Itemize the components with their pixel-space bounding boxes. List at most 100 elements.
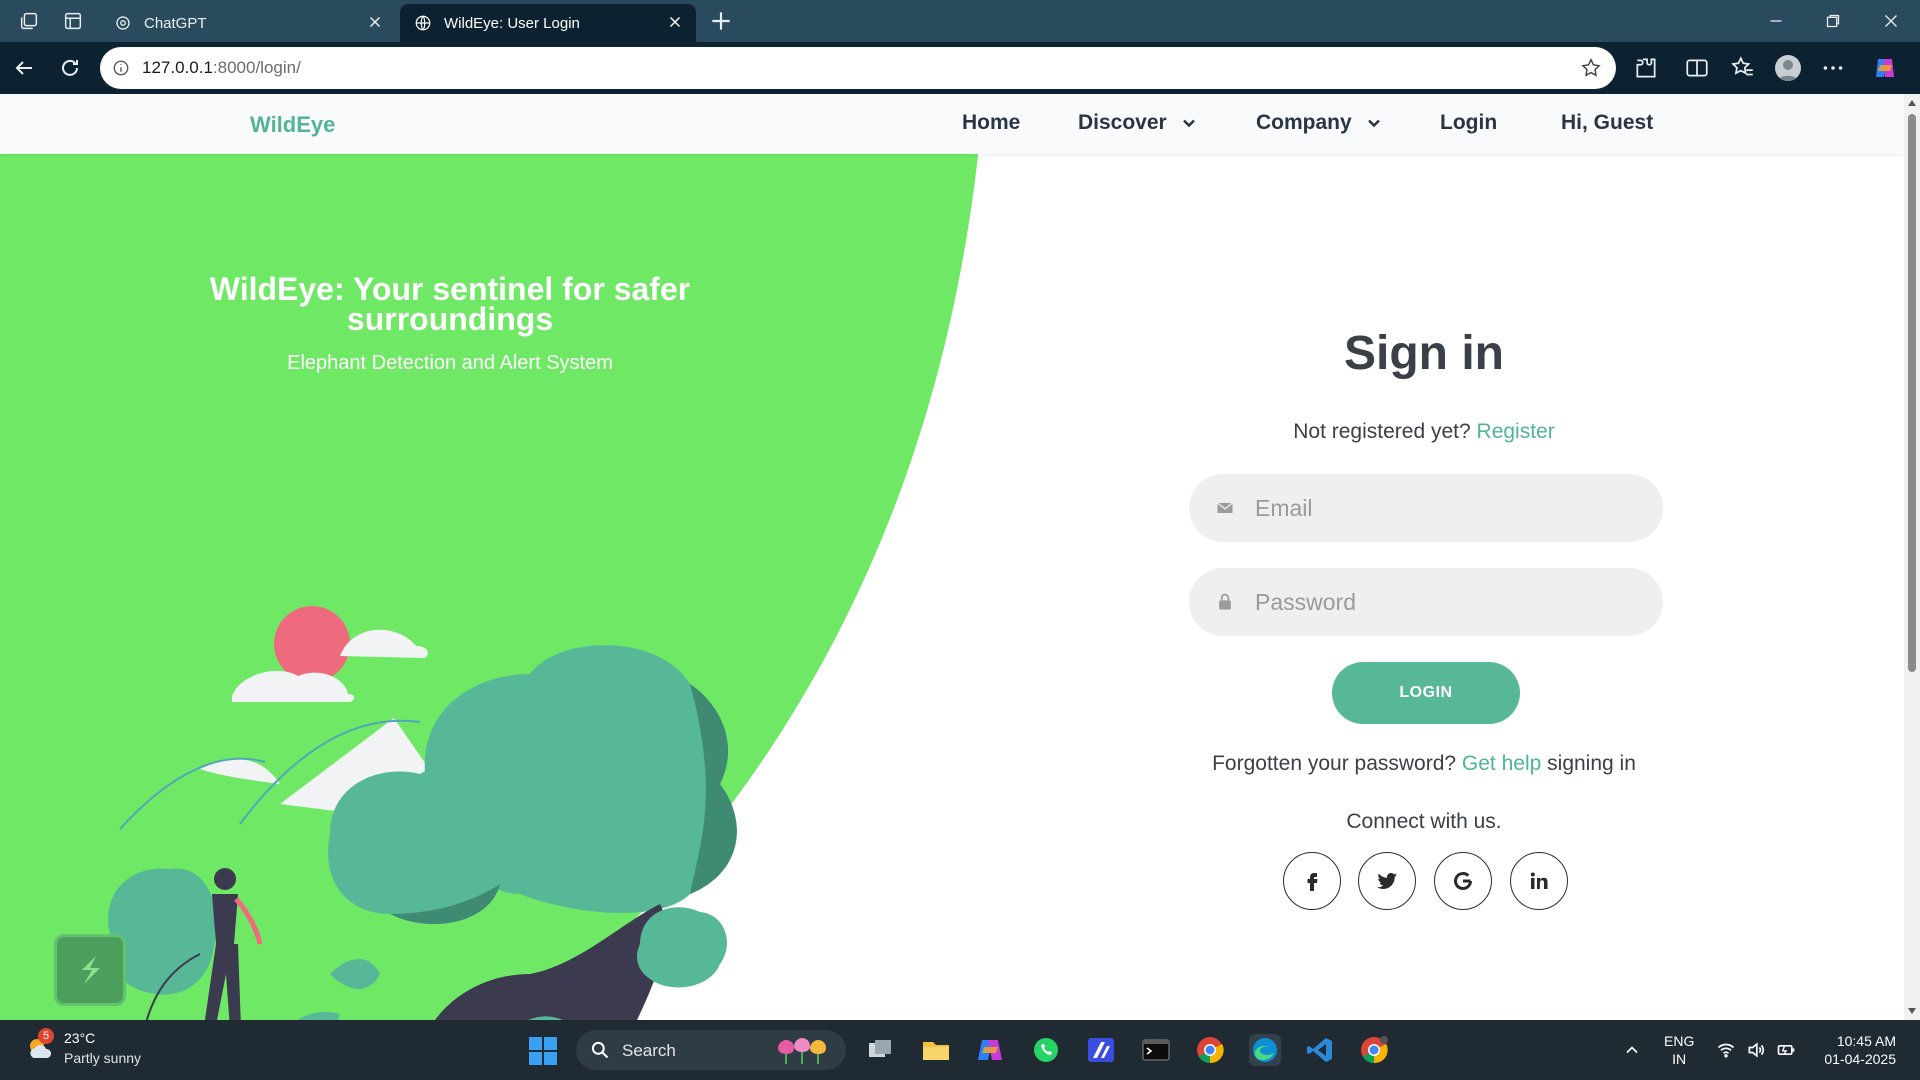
restore-icon[interactable] bbox=[1822, 10, 1844, 32]
whatsapp-icon[interactable] bbox=[1030, 1034, 1062, 1066]
extensions-icon[interactable] bbox=[1633, 55, 1659, 81]
site-navbar: WildEye Home Discover Company Login Hi, … bbox=[0, 94, 1904, 154]
envelope-icon bbox=[1217, 502, 1233, 513]
back-icon[interactable] bbox=[12, 56, 36, 80]
linkedin-icon bbox=[1530, 872, 1548, 889]
login-button[interactable]: LOGIN bbox=[1332, 662, 1520, 724]
task-view-icon[interactable] bbox=[864, 1034, 896, 1066]
google-button[interactable] bbox=[1434, 852, 1492, 910]
page-scrollbar[interactable] bbox=[1904, 94, 1920, 1020]
volume-icon[interactable] bbox=[1746, 1040, 1766, 1060]
brand-logo[interactable]: WildEye bbox=[250, 112, 335, 138]
facebook-icon bbox=[1307, 873, 1318, 891]
windows-start-icon[interactable] bbox=[528, 1036, 558, 1066]
taskbar-search[interactable]: Search bbox=[576, 1030, 846, 1070]
file-explorer-icon[interactable] bbox=[920, 1034, 952, 1066]
scroll-up-icon[interactable] bbox=[1907, 98, 1917, 108]
nav-greeting-label: Hi, Guest bbox=[1561, 111, 1654, 134]
url-path: :8000/login/ bbox=[212, 58, 301, 77]
weather-condition[interactable]: Partly sunny bbox=[64, 1050, 141, 1066]
close-window-icon[interactable] bbox=[1880, 10, 1902, 32]
chevron-down-icon bbox=[1182, 119, 1195, 128]
url-text: 127.0.0.1:8000/login/ bbox=[142, 58, 301, 78]
minimize-icon[interactable] bbox=[1765, 10, 1787, 32]
weather-alert-badge: 5 bbox=[38, 1028, 54, 1044]
favorite-star-icon[interactable] bbox=[1580, 57, 1602, 79]
nav-discover-dropdown[interactable]: Discover bbox=[1078, 111, 1199, 135]
email-field[interactable] bbox=[1189, 474, 1663, 542]
url-bar[interactable]: 127.0.0.1:8000/login/ bbox=[100, 47, 1616, 89]
nav-company-label: Company bbox=[1256, 111, 1352, 134]
workspaces-icon[interactable] bbox=[18, 10, 40, 32]
close-tab-icon[interactable] bbox=[366, 13, 384, 31]
search-label: Search bbox=[622, 1041, 676, 1060]
lang-region: IN bbox=[1672, 1051, 1687, 1067]
terminal-icon[interactable] bbox=[1140, 1034, 1172, 1066]
battery-icon[interactable] bbox=[1776, 1040, 1796, 1060]
nav-user-greeting[interactable]: Hi, Guest bbox=[1561, 111, 1653, 135]
tab-wildeye-login[interactable]: WildEye: User Login bbox=[400, 4, 696, 42]
chatgpt-favicon-icon bbox=[116, 16, 130, 30]
favorites-icon[interactable] bbox=[1730, 55, 1756, 81]
lang-primary: ENG bbox=[1664, 1033, 1695, 1049]
app-logo-icon bbox=[82, 956, 100, 984]
profile-icon bbox=[1778, 60, 1798, 81]
powerautomate-icon[interactable] bbox=[1085, 1034, 1117, 1066]
clock-date: 01-04-2025 bbox=[1824, 1051, 1896, 1067]
split-screen-icon[interactable] bbox=[1684, 55, 1710, 81]
globe-icon bbox=[415, 15, 431, 31]
get-help-link[interactable]: Get help bbox=[1462, 752, 1541, 775]
nav-discover-label: Discover bbox=[1078, 111, 1167, 134]
password-field[interactable] bbox=[1189, 568, 1663, 636]
twitter-button[interactable] bbox=[1358, 852, 1416, 910]
email-input[interactable] bbox=[1255, 494, 1635, 522]
tulips-icon bbox=[778, 1038, 826, 1064]
chrome-icon[interactable] bbox=[1194, 1034, 1226, 1066]
site-info-icon[interactable] bbox=[112, 59, 130, 77]
chevron-down-icon bbox=[1367, 119, 1380, 128]
search-icon bbox=[591, 1041, 609, 1059]
close-tab-icon[interactable] bbox=[666, 13, 684, 31]
not-registered-text: Not registered yet? bbox=[1293, 420, 1471, 443]
nav-home[interactable]: Home bbox=[962, 111, 1020, 135]
tab-chatgpt[interactable]: ChatGPT bbox=[100, 4, 396, 42]
twitter-icon bbox=[1377, 872, 1397, 889]
nav-login-label: Login bbox=[1440, 111, 1498, 134]
tab-title: WildEye: User Login bbox=[444, 14, 580, 32]
tab-actions-icon[interactable] bbox=[62, 10, 84, 32]
forgot-suffix: signing in bbox=[1547, 752, 1636, 775]
page-viewport: WildEye Home Discover Company Login Hi, … bbox=[0, 94, 1904, 1020]
language-indicator[interactable]: ENG IN bbox=[1664, 1032, 1694, 1068]
edge-icon-active[interactable] bbox=[1249, 1034, 1281, 1066]
signin-heading: Sign in bbox=[1344, 327, 1504, 380]
new-tab-icon[interactable] bbox=[708, 8, 734, 34]
temperature[interactable]: 23°C bbox=[64, 1030, 95, 1046]
url-host: 127.0.0.1 bbox=[142, 58, 213, 77]
password-input[interactable] bbox=[1255, 588, 1635, 616]
reload-icon[interactable] bbox=[58, 56, 82, 80]
register-prompt: Not registered yet? Register bbox=[1174, 420, 1674, 444]
profile-avatar[interactable] bbox=[1775, 55, 1801, 81]
chevron-up-icon[interactable] bbox=[1622, 1040, 1642, 1060]
system-clock[interactable]: 10:45 AM 01-04-2025 bbox=[1810, 1032, 1896, 1068]
scrollbar-thumb[interactable] bbox=[1908, 114, 1916, 672]
hero-subtitle: Elephant Detection and Alert System bbox=[287, 352, 613, 374]
facebook-button[interactable] bbox=[1283, 852, 1341, 910]
forgot-password-line: Forgotten your password? Get help signin… bbox=[1124, 752, 1724, 776]
hero-title: WildEye: Your sentinel for safer surroun… bbox=[209, 271, 691, 337]
more-menu-icon[interactable] bbox=[1820, 55, 1846, 81]
copilot-icon[interactable] bbox=[1872, 55, 1898, 81]
scroll-down-icon[interactable] bbox=[1907, 1006, 1917, 1016]
vscode-icon[interactable] bbox=[1304, 1034, 1336, 1066]
chrome-profile-icon[interactable] bbox=[1358, 1034, 1390, 1066]
copilot-app-icon[interactable] bbox=[974, 1034, 1006, 1066]
wifi-icon[interactable] bbox=[1716, 1040, 1736, 1060]
browser-tab-bar: ChatGPT WildEye: User Login bbox=[0, 0, 1920, 42]
floating-app-shortcut[interactable] bbox=[54, 934, 126, 1006]
tab-title: ChatGPT bbox=[144, 14, 207, 32]
linkedin-button[interactable] bbox=[1510, 852, 1568, 910]
register-link[interactable]: Register bbox=[1477, 420, 1555, 443]
forgot-prefix: Forgotten your password? bbox=[1212, 752, 1457, 775]
nav-login[interactable]: Login bbox=[1440, 111, 1497, 135]
nav-company-dropdown[interactable]: Company bbox=[1256, 111, 1384, 135]
